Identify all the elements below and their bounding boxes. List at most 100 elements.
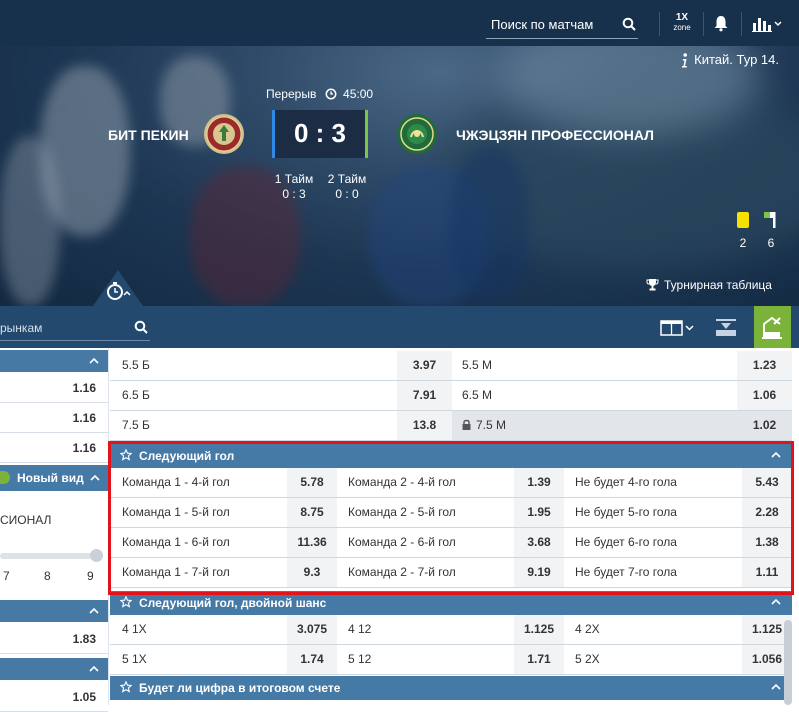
scale-tick: 9: [87, 569, 94, 583]
match-hero: Китай. Тур 14. Перерыв 45:00 БИТ ПЕКИН 0…: [0, 46, 799, 306]
star-icon[interactable]: [120, 681, 132, 693]
left-section-header[interactable]: [0, 600, 108, 622]
outcome-label[interactable]: 5.5 Б: [122, 351, 150, 380]
left-odds-row[interactable]: 1.16: [0, 403, 108, 433]
left-section-header[interactable]: [0, 658, 108, 680]
corners-count: 6: [767, 236, 775, 250]
top-bar: Поиск по матчам 1X zone: [0, 0, 799, 46]
statistics-menu-icon[interactable]: [752, 15, 784, 32]
odds-value[interactable]: 1.23: [737, 351, 792, 380]
star-icon[interactable]: [120, 596, 132, 608]
half2-label: 2 Тайм: [327, 172, 367, 186]
odds-value[interactable]: 1.05: [73, 690, 96, 704]
zone-logo-top: 1X: [675, 12, 689, 23]
divider: [703, 12, 704, 36]
odds-value[interactable]: 1.71: [514, 645, 564, 674]
clock-icon: [325, 88, 337, 100]
odds-value[interactable]: 1.16: [73, 381, 96, 395]
new-view-indicator: [0, 471, 10, 484]
1x-zone-button[interactable]: 1X zone: [668, 13, 696, 35]
team1-logo: [203, 113, 245, 155]
market-row: 4 1X 3.075 4 12 1.125 4 2X 1.125: [110, 615, 792, 645]
outcome-label[interactable]: 5 2X: [575, 645, 600, 674]
left-panel: 1.16 1.16 1.16 Новый вид СИОНАЛ 7 8 9 1.…: [0, 348, 109, 712]
total-row: 5.5 Б 3.97 5.5 М 1.23: [110, 351, 792, 381]
scale-tick: 7: [3, 569, 10, 583]
zone-logo-bottom: zone: [673, 23, 691, 32]
highlight-frame: [108, 441, 794, 595]
left-odds-row[interactable]: 1.16: [0, 433, 108, 463]
timeline-handle[interactable]: [90, 549, 103, 562]
chevron-up-icon[interactable]: [90, 474, 100, 481]
outcome-label[interactable]: 4 1X: [122, 615, 147, 644]
outcome-label[interactable]: 5.5 М: [462, 351, 492, 380]
timeline-bar: [0, 553, 96, 559]
match-tracker-button[interactable]: [754, 306, 791, 348]
half2-score: 0 : 0: [335, 187, 359, 201]
left-odds-row[interactable]: 1.83: [0, 624, 108, 654]
hero-overlay: [0, 46, 799, 306]
odds-value[interactable]: 1.74: [287, 645, 337, 674]
outcome-label[interactable]: 5 12: [348, 645, 371, 674]
total-row: 7.5 Б 13.8 7.5 М 1.02: [110, 411, 792, 441]
match-search-placeholder: Поиск по матчам: [491, 17, 594, 32]
collapse-all-icon[interactable]: [712, 318, 740, 338]
standings-link[interactable]: Турнирная таблица: [646, 278, 786, 292]
chevron-up-icon[interactable]: [89, 665, 99, 672]
new-view-label: Новый вид: [17, 471, 84, 485]
scrollbar[interactable]: [784, 620, 792, 705]
divider: [659, 12, 660, 36]
outcome-label[interactable]: 6.5 Б: [122, 381, 150, 410]
market-header-digit-in-score[interactable]: Будет ли цифра в итоговом счете: [110, 676, 792, 700]
chevron-up-icon[interactable]: [771, 683, 781, 690]
scale-tick: 8: [44, 569, 51, 583]
team2-logo: [396, 113, 438, 155]
match-search-input[interactable]: Поиск по матчам: [486, 12, 638, 39]
column-view-button[interactable]: [660, 319, 700, 337]
bell-icon[interactable]: [712, 14, 730, 32]
new-view-header[interactable]: Новый вид: [0, 465, 108, 491]
left-section-header[interactable]: [0, 350, 108, 372]
outcome-label[interactable]: 4 2X: [575, 615, 600, 644]
odds-value[interactable]: 1.06: [737, 381, 792, 410]
standings-label: Турнирная таблица: [664, 278, 772, 292]
chevron-up-icon[interactable]: [89, 607, 99, 614]
odds-value: 1.02: [737, 411, 792, 440]
left-odds-row[interactable]: 1.16: [0, 373, 108, 403]
divider: [741, 12, 742, 36]
half1-label: 1 Тайм: [274, 172, 314, 186]
locked-outcome: 7.5 М: [452, 411, 737, 440]
odds-value[interactable]: 3.97: [397, 351, 452, 380]
odds-value[interactable]: 1.16: [73, 411, 96, 425]
yellow-card-icon: [737, 212, 749, 228]
outcome-label: 7.5 М: [476, 418, 507, 432]
odds-value[interactable]: 7.91: [397, 381, 452, 410]
match-time: 45:00: [343, 87, 374, 101]
odds-value[interactable]: 13.8: [397, 411, 452, 440]
odds-value[interactable]: 1.83: [73, 632, 96, 646]
team1-name[interactable]: БИТ ПЕКИН: [108, 127, 189, 143]
scoreboard: 0 : 3: [272, 110, 368, 158]
lock-icon: [462, 419, 471, 430]
left-odds-row[interactable]: 1.05: [0, 682, 108, 712]
chevron-up-icon[interactable]: [89, 357, 99, 364]
total-row: 6.5 Б 7.91 6.5 М 1.06: [110, 381, 792, 411]
match-timeline-toggle[interactable]: [93, 270, 143, 306]
league-label: Китай. Тур 14.: [694, 52, 779, 67]
outcome-label[interactable]: 6.5 М: [462, 381, 492, 410]
odds-value[interactable]: 1.16: [73, 441, 96, 455]
status-text: Перерыв: [266, 87, 317, 101]
outcome-label[interactable]: 4 12: [348, 615, 371, 644]
chevron-up-icon[interactable]: [771, 598, 781, 605]
odds-value[interactable]: 3.075: [287, 615, 337, 644]
outcome-label[interactable]: 7.5 Б: [122, 411, 150, 440]
team-name-fragment: СИОНАЛ: [0, 513, 52, 527]
market-search-input[interactable]: рынкам: [0, 316, 150, 341]
team2-name[interactable]: ЧЖЭЦЗЯН ПРОФЕССИОНАЛ: [456, 127, 654, 143]
odds-value[interactable]: 1.125: [514, 615, 564, 644]
search-icon[interactable]: [134, 320, 148, 334]
search-icon[interactable]: [622, 17, 636, 31]
market-row: 5 1X 1.74 5 12 1.71 5 2X 1.056: [110, 645, 792, 675]
outcome-label[interactable]: 5 1X: [122, 645, 147, 674]
markets-toolbar: рынкам: [0, 306, 799, 348]
